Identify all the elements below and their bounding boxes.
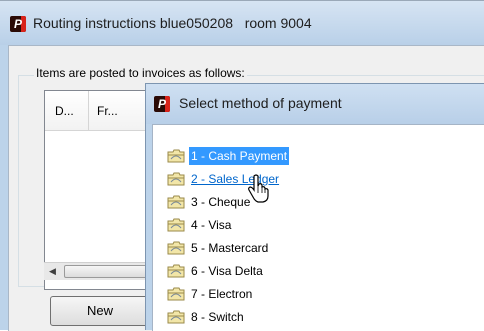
folder-icon [167, 264, 185, 278]
list-item-label: 6 - Visa Delta [191, 264, 263, 278]
folder-icon [167, 172, 185, 186]
select-payment-dialog: P Select method of payment 1 - Cash Paym… [145, 83, 484, 331]
app-logo-icon: P [154, 96, 170, 112]
list-item-label: 5 - Mastercard [191, 241, 269, 255]
group-label: Items are posted to invoices as follows: [34, 66, 247, 80]
folder-icon [167, 241, 185, 255]
folder-icon [167, 310, 185, 324]
folder-icon [167, 218, 185, 232]
folder-icon [167, 195, 185, 209]
payment-method-list[interactable]: 1 - Cash Payment 2 - Sales Ledger 3 - Ch… [152, 124, 484, 331]
list-item-label: 3 - Cheque [191, 195, 251, 209]
scrollbar-thumb[interactable] [64, 265, 152, 278]
hand-pointer-icon [248, 174, 269, 203]
list-item-label: 1 - Cash Payment [189, 147, 290, 165]
column-header-date[interactable]: D... [45, 91, 89, 131]
dialog-titlebar[interactable]: P Select method of payment [146, 84, 484, 124]
horizontal-scrollbar[interactable]: ◀ [44, 262, 154, 280]
window-titlebar[interactable]: P Routing instructions blue050208 room 9… [0, 1, 484, 45]
dialog-title: Select method of payment [179, 95, 342, 111]
invoice-routing-list[interactable]: D... Fr... [44, 90, 156, 290]
new-button[interactable]: New [50, 296, 150, 326]
app-logo-icon: P [10, 16, 26, 32]
folder-icon [167, 149, 185, 163]
scroll-left-arrow-icon[interactable]: ◀ [44, 263, 61, 280]
folder-icon [167, 287, 185, 301]
list-item-label: 8 - Switch [191, 310, 244, 324]
window-title: Routing instructions blue050208 room 900… [33, 15, 312, 31]
list-item-label: 4 - Visa [191, 218, 232, 232]
list-item-label: 7 - Electron [191, 287, 253, 301]
